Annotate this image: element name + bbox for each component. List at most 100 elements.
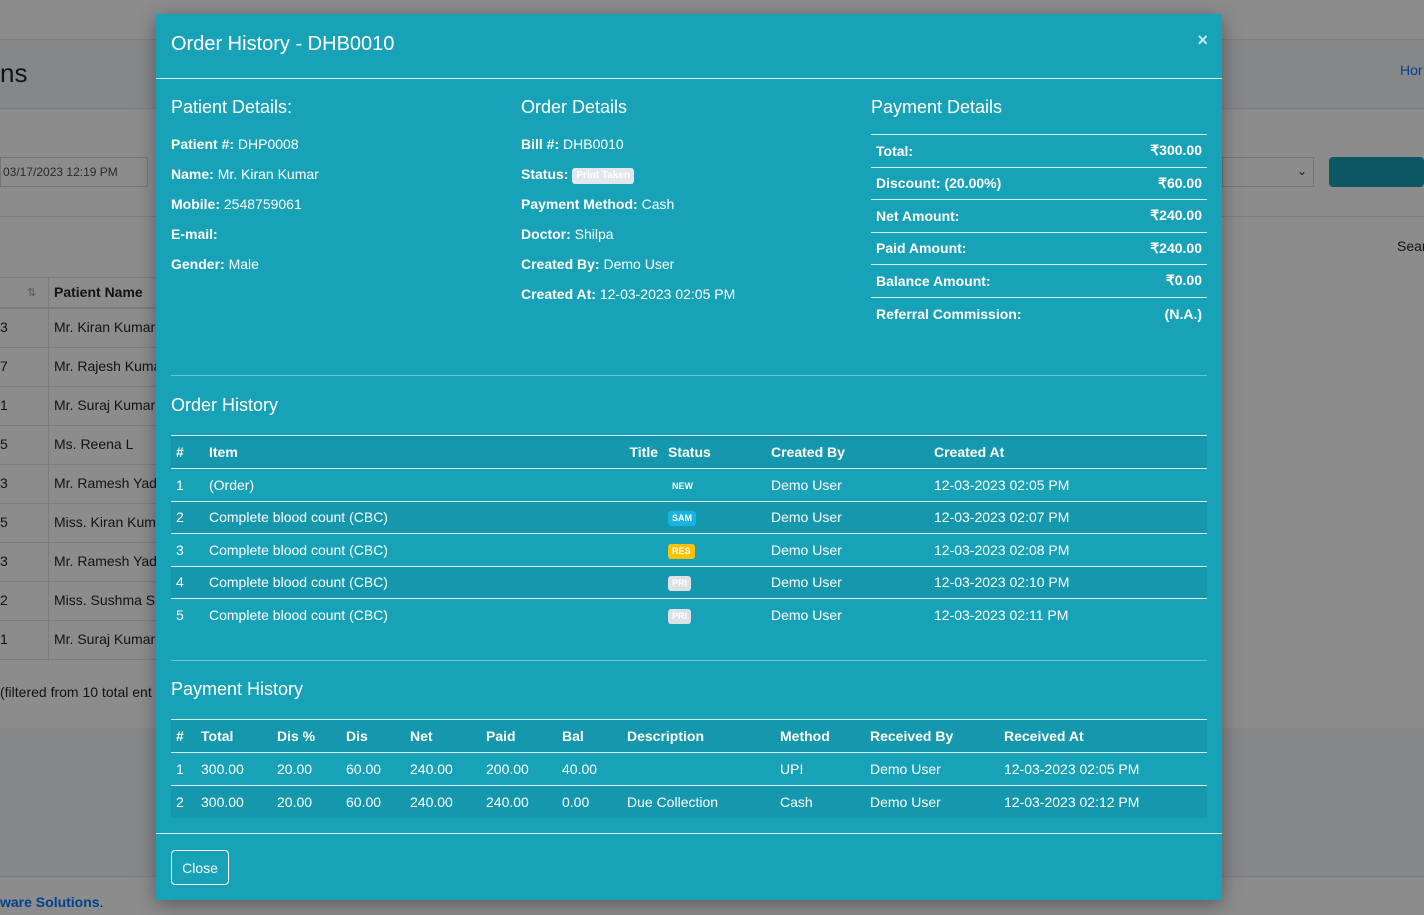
payment-num: 1	[176, 760, 184, 777]
item-name: Complete blood count (CBC)	[204, 533, 583, 566]
field-value: 2548759061	[223, 196, 302, 212]
divider	[171, 375, 1207, 376]
order-history-modal: Order History - DHB0010 × Patient Detail…	[156, 14, 1222, 900]
item-title	[583, 565, 663, 599]
table-row: 1 300.00 20.00 60.00 240.00 200.00 40.00 UPI Dem…	[171, 753, 1207, 786]
created-by: Created By: Demo User	[521, 256, 675, 272]
payment-value: ₹300.00	[1111, 134, 1207, 167]
field-label: Mobile:	[171, 196, 220, 212]
created-by: Demo User	[766, 565, 929, 599]
field-label: E-mail:	[171, 226, 218, 242]
item-name: Complete blood count (CBC)	[204, 565, 583, 599]
payment-value: ₹240.00	[1111, 199, 1207, 232]
payment-dis: 60.00	[346, 760, 382, 777]
order-history-heading: Order History	[171, 395, 279, 415]
divider	[171, 660, 1207, 661]
column-header: Dis %	[272, 719, 341, 753]
order-details-heading: Order Details	[521, 97, 628, 117]
payment-detail-row: Referral Commission: (N.A.)	[871, 296, 1207, 330]
payment-label: Paid Amount:	[871, 231, 1112, 265]
payment-desc: Due Collection	[622, 784, 775, 818]
column-header: Received By	[865, 719, 999, 753]
status-badge: RES	[668, 543, 695, 559]
payment-label: Total:	[871, 134, 1112, 167]
column-header: #	[171, 435, 204, 469]
status-badge: SAM	[668, 511, 696, 527]
table-row: 2 Complete blood count (CBC) SAM Demo User 1…	[171, 500, 1207, 534]
payment-net: 240.00	[405, 784, 481, 818]
patient-field: Patient #: DHP0008	[171, 134, 501, 164]
payment-history-table: # Total Dis % Dis Net Paid Bal Description Metho…	[171, 719, 1207, 818]
doctor: Doctor: Shilpa	[521, 226, 614, 242]
payment-at: 12-03-2023 02:05 PM	[1004, 760, 1140, 777]
payment-detail-row: Balance Amount: ₹0.00	[871, 264, 1207, 297]
field-label: Patient #:	[171, 136, 235, 152]
item-title	[583, 598, 663, 631]
payment-value: (N.A.)	[1111, 296, 1207, 330]
payment-detail-row: Discount: (20.00%) ₹60.00	[871, 166, 1207, 200]
table-row: 4 Complete blood count (CBC) PRI Demo User 1…	[171, 565, 1207, 599]
status-badge: PRI	[668, 576, 692, 592]
payment-by: Demo User	[865, 784, 999, 818]
payment-label: Net Amount:	[871, 199, 1112, 232]
payment-details: Payment Details Total: ₹300.00 Discount: (…	[871, 80, 1207, 330]
payment-detail-row: Paid Amount: ₹240.00	[871, 231, 1207, 265]
payment-total: 300.00	[201, 760, 244, 777]
item-title	[583, 469, 663, 502]
payment-value: ₹60.00	[1111, 166, 1207, 200]
column-header: Description	[622, 719, 775, 753]
payment-at: 12-03-2023 02:12 PM	[999, 784, 1207, 818]
row-number: 5	[171, 598, 204, 631]
row-number: 1	[176, 476, 184, 493]
payment-details-table: Total: ₹300.00 Discount: (20.00%) ₹60.00 Net…	[871, 134, 1207, 330]
payment-history-heading: Payment History	[171, 679, 304, 699]
patient-field: Gender: Male	[171, 254, 501, 284]
payment-paid: 200.00	[486, 760, 529, 777]
bill-number: Bill #: DHB0010	[521, 136, 624, 152]
patient-field: Mobile: 2548759061	[171, 194, 501, 224]
field-value: Mr. Kiran Kumar	[217, 166, 319, 182]
payment-label: Referral Commission:	[871, 296, 1112, 330]
patient-details-heading: Patient Details:	[171, 97, 293, 117]
status-cell: PRI	[663, 598, 766, 631]
status-cell: NEW	[663, 469, 766, 502]
field-value: Male	[228, 256, 259, 272]
row-number: 3	[171, 533, 204, 566]
patient-field: Name: Mr. Kiran Kumar	[171, 164, 501, 194]
item-name: Complete blood count (CBC)	[204, 500, 583, 534]
order-details: Order Details Bill #: DHB0010 Status: Pr…	[521, 80, 851, 314]
status-cell: PRI	[663, 565, 766, 599]
status-badge: PRI	[668, 609, 692, 624]
column-header: Dis	[341, 719, 405, 753]
payment-detail-row: Net Amount: ₹240.00	[871, 199, 1207, 232]
column-header: Created At	[929, 435, 1207, 469]
patient-details: Patient Details: Patient #: DHP0008 Name:…	[171, 80, 501, 284]
row-number: 4	[171, 565, 204, 599]
created-at: 12-03-2023 02:10 PM	[929, 565, 1207, 599]
close-button[interactable]: Close	[171, 850, 229, 885]
field-label: Name:	[171, 166, 214, 182]
close-icon[interactable]: ×	[1197, 30, 1208, 51]
payment-net: 240.00	[410, 760, 453, 777]
column-header: Item	[204, 435, 583, 469]
payment-detail-row: Total: ₹300.00	[871, 134, 1207, 167]
field-label: Gender:	[171, 256, 225, 272]
order-history-table: # Item Title Status Created By Created At 1 (O…	[171, 435, 1207, 631]
column-header: Received At	[999, 719, 1207, 753]
payment-by: Demo User	[870, 760, 941, 777]
created-at: 12-03-2023 02:08 PM	[929, 533, 1207, 566]
payment-label: Balance Amount:	[871, 264, 1112, 297]
payment-method: UPI	[780, 760, 804, 777]
payment-method: Payment Method: Cash	[521, 196, 675, 212]
created-at: 12-03-2023 02:07 PM	[929, 500, 1207, 534]
table-row: 5 Complete blood count (CBC) PRI Demo User 1…	[171, 598, 1207, 631]
created-by: Demo User	[766, 533, 929, 566]
column-header: Created By	[766, 435, 929, 469]
created-by: Demo User	[766, 598, 929, 631]
table-row: 1 (Order) NEW Demo User 12-03-2023 02:05 PM	[171, 469, 1207, 502]
table-row: 3 Complete blood count (CBC) RES Demo User 1…	[171, 533, 1207, 566]
payment-bal: 0.00	[557, 784, 622, 818]
column-header: Method	[775, 719, 865, 753]
created-by: Demo User	[766, 500, 929, 534]
payment-bal: 40.00	[562, 760, 598, 777]
